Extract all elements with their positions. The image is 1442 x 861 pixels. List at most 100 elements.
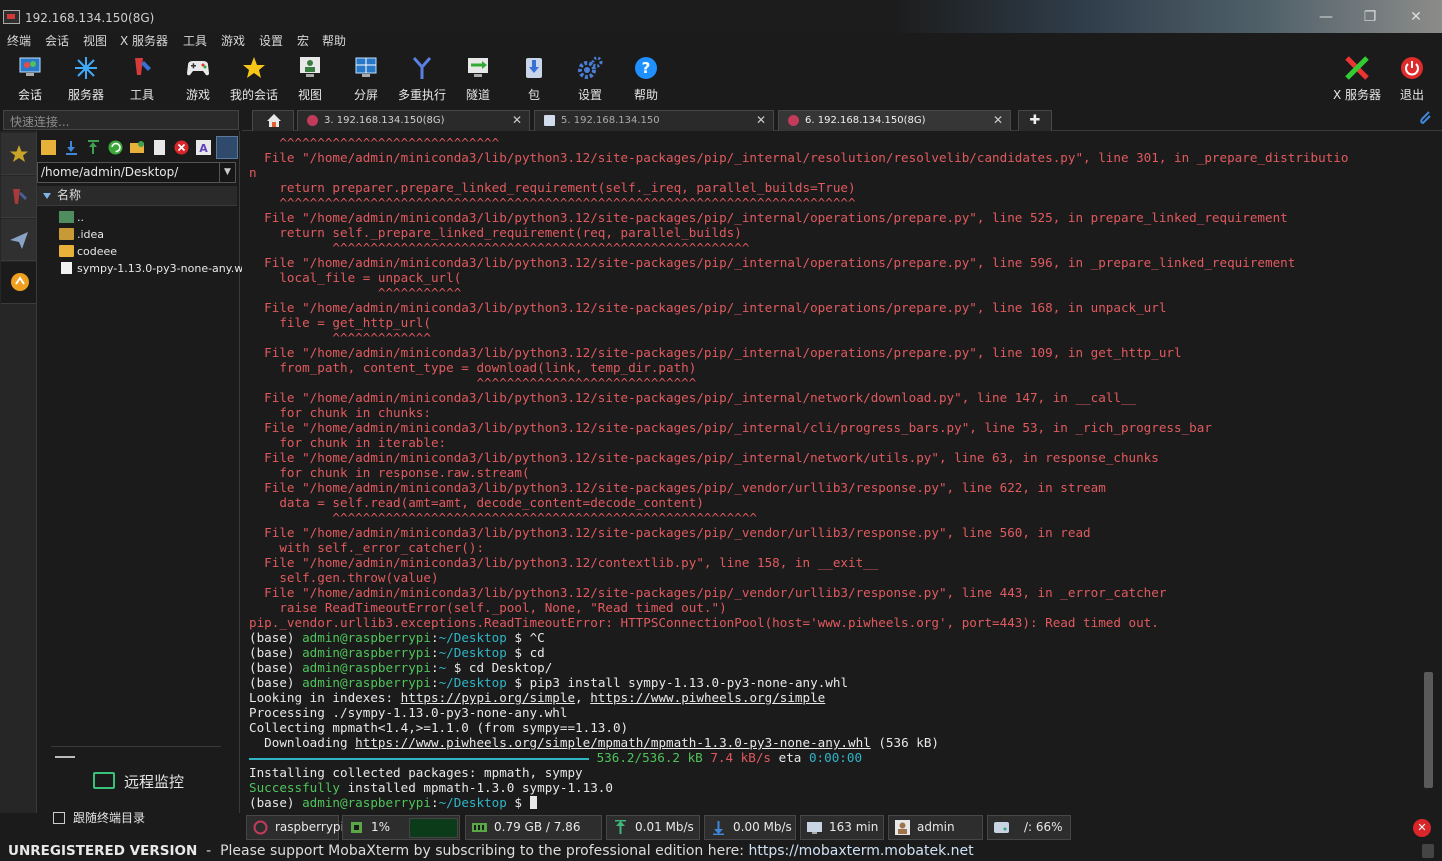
folder-up-icon[interactable] [41, 140, 56, 155]
checkbox[interactable] [53, 812, 65, 824]
terminal-command-line: (base) admin@raspberrypi:~/Desktop $ cd [249, 645, 545, 660]
view-icon [297, 55, 323, 81]
remote-monitoring-button[interactable]: 远程监控 [93, 771, 184, 795]
games-button[interactable]: 游戏 [170, 53, 226, 105]
progress-eta: 0:00:00 [808, 750, 863, 765]
terminal-scrollbar[interactable] [1421, 131, 1442, 813]
terminal-error-line: data = self.read(amt=amt, decode_content… [249, 495, 704, 510]
tab-close-icon[interactable]: ✕ [512, 111, 522, 130]
new-file-icon[interactable] [152, 140, 167, 155]
quick-connect-input[interactable]: 快速连接... [3, 110, 239, 130]
terminal-error-line: File "/home/admin/miniconda3/lib/python3… [249, 525, 1091, 540]
terminal-text: Looking in indexes: [249, 690, 401, 705]
download-icon[interactable] [64, 140, 79, 155]
servers-button[interactable]: 服务器 [58, 53, 114, 105]
sftp-path-input[interactable]: /home/admin/Desktop/ ▼ [37, 162, 236, 183]
tab-session-6[interactable]: 6. 192.168.134.150(8G) ✕ [778, 110, 1011, 131]
terminal-error-line: File "/home/admin/miniconda3/lib/python3… [249, 150, 1349, 165]
prompt-dir: ~/Desktop [438, 630, 507, 645]
packages-button[interactable]: 包 [506, 53, 562, 105]
menu-view[interactable]: 视图 [83, 33, 107, 49]
list-item[interactable]: .idea [59, 226, 104, 243]
my-sessions-button[interactable]: 我的会话 [226, 53, 282, 105]
bookmark-icon[interactable] [216, 136, 238, 159]
terminal-error-line: raise ReadTimeoutError(self._pool, None,… [249, 600, 727, 615]
tab-close-icon[interactable]: ✕ [993, 111, 1003, 130]
new-tab-button[interactable]: ✚ [1018, 110, 1052, 131]
tunneling-button[interactable]: 隧道 [450, 53, 506, 105]
tab-session-5[interactable]: 5. 192.168.134.150 ✕ [534, 110, 774, 131]
view-button[interactable]: 视图 [282, 53, 338, 105]
raspberry-icon [253, 820, 268, 835]
xserver-button[interactable]: X 服务器 [1328, 53, 1386, 105]
prompt-symbol: $ [446, 660, 469, 675]
sidebar-tab-sessions[interactable] [1, 133, 36, 175]
menu-settings[interactable]: 设置 [259, 33, 283, 49]
terminal-output-line: Installing collected packages: mpmath, s… [249, 765, 583, 780]
tools-button[interactable]: 工具 [114, 53, 170, 105]
disk-icon [994, 820, 1009, 835]
menu-terminal[interactable]: 终端 [7, 33, 31, 49]
minimize-button[interactable]: — [1306, 5, 1346, 29]
refresh-icon[interactable] [108, 140, 123, 155]
chevron-down-icon[interactable]: ▼ [219, 163, 235, 182]
menu-macros[interactable]: 宏 [297, 33, 309, 49]
column-header-name[interactable]: 名称 [37, 186, 237, 206]
attach-icon[interactable] [1418, 109, 1434, 125]
success-word: Successfully [249, 780, 340, 795]
memory-icon [472, 820, 487, 835]
download-link: https://www.piwheels.org/simple/mpmath/m… [355, 735, 871, 750]
scrollbar-thumb[interactable] [1424, 672, 1433, 788]
power-icon [1399, 55, 1425, 81]
panel-resize-handle[interactable] [55, 756, 75, 758]
prompt-symbol: $ [506, 645, 530, 660]
list-item[interactable]: .. [59, 209, 84, 226]
menu-xserver[interactable]: X 服务器 [120, 33, 168, 49]
multiexec-button[interactable]: 多重执行 [394, 53, 450, 105]
terminal-output[interactable]: ^^^^^^^^^^^^^^^^^^^^^^^^^^^^^ File "/hom… [242, 131, 1420, 813]
upload-icon[interactable] [86, 140, 101, 155]
sidebar-tab-tools[interactable] [1, 176, 36, 218]
sidebar-tab-macros[interactable] [1, 219, 36, 261]
split-button[interactable]: 分屏 [338, 53, 394, 105]
terminal-error-line: File "/home/admin/miniconda3/lib/python3… [249, 555, 879, 570]
maximize-button[interactable]: ❐ [1350, 5, 1390, 29]
prompt-colon: : [430, 660, 439, 675]
prompt-env: (base) [249, 630, 303, 645]
menu-sessions[interactable]: 会话 [45, 33, 69, 49]
tab-close-icon[interactable]: ✕ [756, 111, 766, 130]
prompt-colon: : [430, 645, 439, 660]
home-tab[interactable] [252, 110, 294, 131]
sidebar-tab-sftp[interactable] [1, 262, 36, 304]
menu-games[interactable]: 游戏 [221, 33, 245, 49]
terminal-progress-line: 536.2/536.2 kB 7.4 kB/s eta 0:00:00 [249, 750, 862, 765]
follow-terminal-folder-checkbox[interactable]: 跟随终端目录 [53, 810, 145, 826]
tab-session-3[interactable]: 3. 192.168.134.150(8G) ✕ [297, 110, 530, 131]
terminal-error-line: ^^^^^^^^^^^^^^^^^^^^^^^^^^^^^ [249, 135, 500, 150]
exit-button[interactable]: 退出 [1384, 53, 1440, 105]
settings-button[interactable]: 设置 [562, 53, 618, 105]
send-icon [9, 230, 29, 253]
session-tab-bar: 3. 192.168.134.150(8G) ✕ 5. 192.168.134.… [242, 108, 1442, 131]
monitor-graph-icon [93, 772, 115, 789]
status-uptime: 163 min [800, 815, 884, 840]
terminal-error-line: for chunk in chunks: [249, 405, 431, 420]
list-item[interactable]: codeee [59, 243, 117, 260]
command-text: cd Desktop/ [468, 660, 553, 675]
close-session-button[interactable]: ✕ [1413, 819, 1431, 837]
terminal-error-line: pip._vendor.urllib3.exceptions.ReadTimeo… [249, 615, 1159, 630]
new-folder-icon[interactable] [130, 140, 145, 155]
terminal-output-line: Processing ./sympy-1.13.0-py3-none-any.w… [249, 705, 568, 720]
delete-icon[interactable] [174, 140, 189, 155]
subscription-link[interactable]: https://mobaxterm.mobatek.net [748, 843, 973, 859]
help-button[interactable]: ? 帮助 [618, 53, 674, 105]
text-edit-icon[interactable]: A [196, 140, 211, 155]
terminal-error-line: from_path, content_type = download(link,… [249, 360, 697, 375]
terminal-output-line: Successfully installed mpmath-1.3.0 symp… [249, 780, 613, 795]
close-button[interactable]: ✕ [1396, 5, 1436, 29]
terminal-icon [544, 115, 555, 126]
menu-tools[interactable]: 工具 [183, 33, 207, 49]
list-item[interactable]: sympy-1.13.0-py3-none-any.whl [59, 260, 253, 277]
menu-help[interactable]: 帮助 [322, 33, 346, 49]
sessions-button[interactable]: 会话 [2, 53, 58, 105]
